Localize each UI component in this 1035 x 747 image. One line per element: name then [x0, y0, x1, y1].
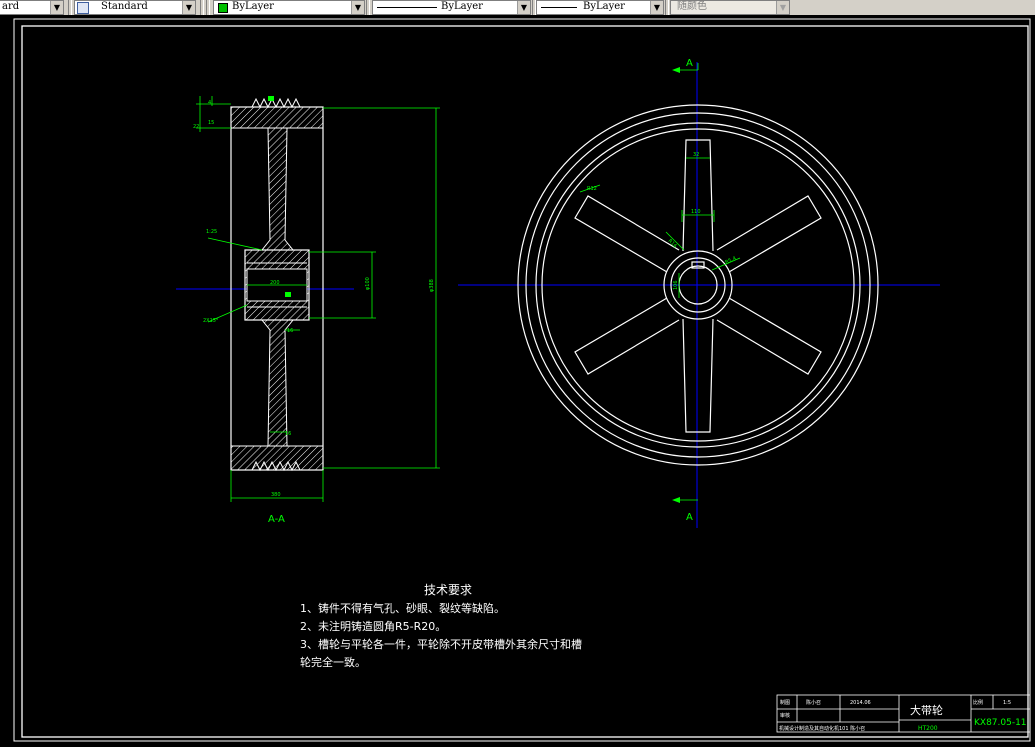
section-marker-top: A — [686, 58, 693, 69]
layer-color-value: ByLayer — [232, 1, 274, 12]
dim-d2: 22 — [193, 124, 199, 130]
toolbar-separator — [366, 0, 370, 15]
section-marker-bottom: A — [686, 512, 693, 523]
dim-spoke-top: 32 — [693, 152, 699, 158]
dim-chamfer: 2X15° — [203, 318, 219, 324]
plot-style-value: 随颜色 — [677, 1, 707, 12]
web-lower — [260, 319, 295, 447]
notes-line1: 1、铸件不得有气孔、砂眼、裂纹等缺陷。 — [300, 601, 505, 615]
school-info: 机械设计制造及其自动化机101 陈小召 — [779, 725, 865, 732]
drawer-name: 陈小召 — [806, 699, 821, 706]
toolbar-separator — [200, 0, 204, 15]
scale-value: 1:5 — [1003, 700, 1011, 706]
bottom-rim-hatch — [230, 445, 324, 471]
color-swatch-icon — [218, 3, 228, 13]
chevron-down-icon[interactable]: ▼ — [517, 1, 530, 14]
lineweight-value: ByLayer — [583, 1, 625, 12]
sheet-outer-border — [13, 18, 1031, 742]
dim-style-combo[interactable]: Standard ▼ — [74, 0, 196, 15]
roughness-symbol-icon — [268, 96, 274, 101]
scale-label: 比例 — [973, 699, 983, 706]
part-name: 大带轮 — [910, 703, 943, 717]
plot-style-combo[interactable]: 随颜色 ▼ — [670, 0, 790, 15]
line-sample-icon — [541, 7, 577, 8]
toolbar-separator — [206, 0, 210, 15]
toolbar-separator — [68, 0, 72, 15]
drawing-canvas[interactable]: 4 22 15 1:25 200 φ100 2X15° 16 16 φ388 3… — [0, 15, 1035, 743]
linetype-combo[interactable]: ByLayer ▼ — [372, 0, 531, 15]
draw-date: 2014.06 — [850, 700, 871, 706]
roughness-symbol-icon — [285, 292, 291, 297]
dim-style-value: Standard — [101, 1, 148, 12]
dim-bore-dia: φ100 — [365, 277, 371, 290]
text-style-value: ard — [2, 1, 20, 12]
spokes — [574, 139, 822, 433]
lineweight-combo[interactable]: ByLayer ▼ — [536, 0, 664, 15]
review-label: 审核 — [780, 712, 790, 719]
dim-r1: R12 — [587, 186, 597, 192]
chevron-down-icon[interactable]: ▼ — [50, 1, 63, 14]
dim-bore-len: 200 — [270, 280, 280, 286]
dim-hub-r: R5.4 — [724, 256, 737, 266]
properties-toolbar: ard ▼ Standard ▼ ByLayer ▼ ByLayer ▼ ByL… — [0, 0, 1035, 16]
dim-width: 380 — [271, 492, 281, 498]
belt-grooves-top — [251, 97, 301, 109]
chevron-down-icon[interactable]: ▼ — [650, 1, 663, 14]
section-view: 4 22 15 1:25 200 φ100 2X15° 16 16 φ388 3… — [176, 96, 440, 525]
title-block: 制图 陈小召 2014.06 审核 比例 1:5 机械设计制造及其自动化机101… — [776, 694, 1031, 733]
draw-label: 制图 — [780, 699, 790, 706]
top-rim-hatch — [230, 106, 324, 129]
dim-style-icon — [77, 2, 89, 14]
chevron-down-icon[interactable]: ▼ — [182, 1, 195, 14]
notes-line3: 3、槽轮与平轮各一件，平轮除不开皮带槽外其余尺寸和槽 — [300, 637, 582, 651]
notes-heading: 技术要求 — [424, 583, 472, 597]
dim-d3: 15 — [208, 120, 214, 126]
dim-outer-dia: φ388 — [429, 279, 435, 292]
dim-key: 106 — [673, 280, 679, 290]
layer-color-combo[interactable]: ByLayer ▼ — [213, 0, 365, 15]
section-view-label: A-A — [268, 514, 285, 525]
section-arrow-icon — [672, 497, 680, 503]
section-arrow-icon — [672, 67, 680, 73]
toolbar-separator — [665, 0, 669, 15]
chevron-down-icon[interactable]: ▼ — [776, 1, 789, 14]
dim-d1: 4 — [208, 100, 211, 106]
line-sample-icon — [377, 7, 437, 8]
chevron-down-icon[interactable]: ▼ — [351, 1, 364, 14]
text-style-combo[interactable]: ard ▼ — [0, 0, 64, 15]
dim-taper: 1:25 — [206, 229, 217, 235]
technical-notes: 技术要求 1、铸件不得有气孔、砂眼、裂纹等缺陷。 2、未注明铸造圆角R5-R20… — [300, 583, 582, 669]
keyway — [691, 261, 705, 269]
dim-web: 16 — [287, 328, 293, 334]
notes-line2: 2、未注明铸造圆角R5-R20。 — [300, 619, 446, 633]
linetype-value: ByLayer — [441, 1, 483, 12]
dim-spoke-mid: 110 — [691, 209, 701, 215]
drawing-number: KX87.05-11 — [974, 718, 1027, 728]
sheet-inner-border — [21, 25, 1029, 738]
dim-web2: 16 — [285, 431, 291, 437]
web-upper — [260, 127, 295, 251]
drawing-sheet: 4 22 15 1:25 200 φ100 2X15° 16 16 φ388 3… — [13, 18, 1031, 742]
material: HT200 — [918, 725, 938, 732]
notes-line4: 轮完全一致。 — [300, 655, 366, 669]
front-view: 32 110 R12 R16 R5.4 106 A A — [458, 58, 940, 528]
